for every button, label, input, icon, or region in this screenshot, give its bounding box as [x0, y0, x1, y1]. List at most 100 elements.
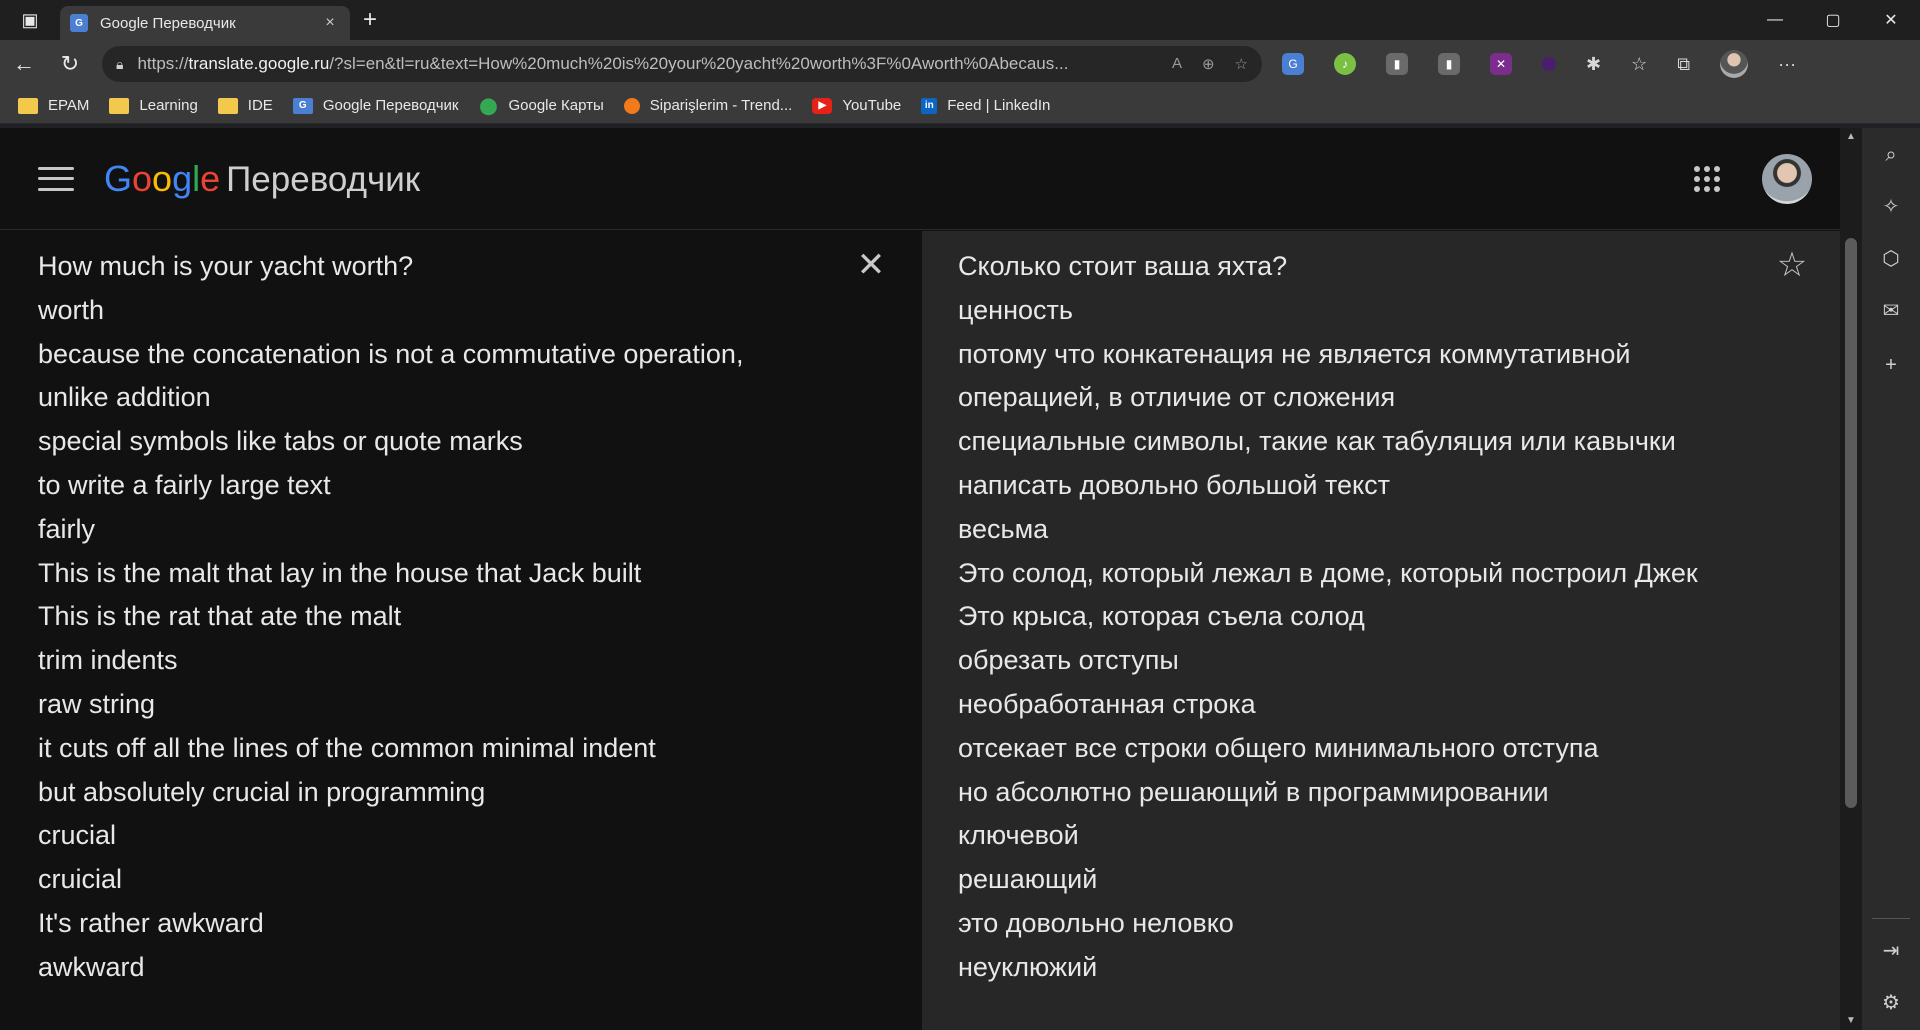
bookmark-epam[interactable]: EPAM	[18, 97, 89, 114]
source-line: trim indents	[38, 645, 178, 676]
translate-page: Google Переводчик How much is your yacht…	[0, 128, 1840, 1030]
translation-line: ценность	[958, 294, 1073, 325]
translation-line: обрезать отступы	[958, 645, 1179, 676]
page-scrollbar[interactable]: ▲ ▼	[1840, 128, 1862, 1030]
save-translation-star-icon[interactable]: ☆	[1774, 247, 1810, 283]
sidebar-add-icon[interactable]: +	[1862, 350, 1920, 380]
tab-actions-icon[interactable]: ▣	[0, 0, 60, 40]
source-line: This is the rat that ate the malt	[38, 601, 402, 632]
source-line: but absolutely crucial in programming	[38, 776, 486, 807]
folder-icon	[217, 97, 238, 114]
source-line: This is the malt that lay in the house t…	[38, 557, 642, 588]
zoom-icon[interactable]: ⊕	[1202, 55, 1215, 73]
sidebar-search-icon[interactable]: ⌕	[1862, 140, 1920, 170]
tab-title: Google Переводчик	[100, 14, 236, 32]
sidebar-hide-icon[interactable]: ⇥	[1862, 936, 1920, 966]
close-window-button[interactable]: ✕	[1862, 0, 1920, 40]
sidebar-outlook-icon[interactable]: ✉	[1862, 296, 1920, 326]
translation-line: отсекает все строки общего минимального …	[958, 732, 1599, 763]
source-line: special symbols like tabs or quote marks	[38, 426, 523, 457]
toolbar-right: ✱ ☆ ⧉ ···	[1586, 50, 1796, 78]
translation-line: неуклюжий	[958, 951, 1098, 982]
sidebar-games-icon[interactable]: ⬡	[1862, 244, 1920, 274]
source-line: to write a fairly large text	[38, 469, 331, 500]
bookmark-learning[interactable]: Learning	[109, 97, 198, 114]
source-line: crucial	[38, 820, 117, 851]
translation-line: но абсолютно решающий в программировании	[958, 776, 1549, 807]
purple-ext-icon[interactable]: ✕	[1490, 53, 1512, 75]
collections-icon[interactable]: ⧉	[1677, 54, 1690, 75]
tab-close-icon[interactable]: ×	[320, 14, 340, 32]
favorites-icon[interactable]: ☆	[1631, 54, 1647, 75]
bookmarks-bar: EPAM Learning IDE G Google Переводчик ⬤ …	[0, 88, 1920, 124]
linkedin-icon: in	[921, 97, 938, 114]
main-menu-icon[interactable]	[38, 166, 74, 191]
translate-ext-icon[interactable]: G	[1282, 53, 1304, 75]
source-text[interactable]: How much is your yacht worth? worth beca…	[38, 245, 743, 990]
back-button[interactable]: ←	[2, 44, 46, 84]
scroll-up-icon[interactable]: ▲	[1840, 128, 1862, 146]
bookmark-google-maps[interactable]: ⬤ Google Карты	[478, 97, 604, 115]
dark-purple-ext-icon[interactable]	[1542, 57, 1556, 71]
bookmark-trendyol[interactable]: Siparişlerim - Trend...	[623, 97, 792, 114]
window-controls: — ▢ ✕	[1746, 0, 1920, 40]
trendyol-icon	[623, 97, 640, 114]
bookmark-google-translate[interactable]: G Google Переводчик	[292, 97, 458, 114]
browser-window: ▣ G Google Переводчик × + — ▢ ✕ ← ↻ 🔒︎ h…	[0, 0, 1920, 1030]
page-header: Google Переводчик	[0, 128, 1840, 230]
source-line: unlike addition	[38, 382, 211, 413]
clear-source-icon[interactable]: ✕	[855, 248, 887, 282]
google-maps-icon: ⬤	[479, 97, 498, 115]
translation-line: Сколько стоит ваша яхта?	[958, 251, 1288, 281]
translation-line: операцией, в отличие от сложения	[958, 382, 1396, 413]
address-bar[interactable]: 🔒︎ https://translate.google.ru/?sl=en&tl…	[102, 46, 1262, 82]
edge-sidebar: ⌕ ✧ ⬡ ✉ + ⇥ ⚙	[1862, 128, 1920, 1030]
google-apps-icon[interactable]	[1694, 166, 1720, 192]
refresh-button[interactable]: ↻	[48, 44, 92, 84]
translation-line: специальные символы, такие как табуляция…	[958, 426, 1676, 457]
favorite-add-icon[interactable]: ☆	[1235, 55, 1248, 73]
translation-pane: Сколько стоит ваша яхта? ценность потому…	[922, 231, 1840, 1030]
read-aloud-icon[interactable]: A	[1172, 55, 1182, 73]
maximize-button[interactable]: ▢	[1804, 0, 1862, 40]
translation-line: Это крыса, которая съела солод	[958, 601, 1365, 632]
url-text[interactable]: https://translate.google.ru/?sl=en&tl=ru…	[137, 54, 1162, 74]
folder-icon	[109, 97, 130, 114]
source-line: awkward	[38, 951, 145, 982]
bookmark-youtube[interactable]: ▶ YouTube	[812, 97, 901, 114]
translation-line: потому что конкатенация не является комм…	[958, 338, 1631, 369]
sidebar-settings-icon[interactable]: ⚙	[1862, 988, 1920, 1018]
sidebar-divider	[1872, 918, 1910, 919]
extension-icons: G ♪ ▮ ▮ ✕	[1282, 53, 1556, 75]
extensions-icon[interactable]: ✱	[1586, 54, 1601, 75]
account-avatar[interactable]	[1762, 154, 1812, 204]
translation-line: написать довольно большой текст	[958, 469, 1390, 500]
more-icon[interactable]: ···	[1778, 54, 1796, 75]
profile-avatar[interactable]	[1720, 50, 1749, 78]
translation-line: Это солод, который лежал в доме, который…	[958, 557, 1698, 588]
minimize-button[interactable]: —	[1746, 0, 1804, 40]
navigation-bar: ← ↻ 🔒︎ https://translate.google.ru/?sl=e…	[0, 40, 1920, 88]
google-translate-logo[interactable]: Google Переводчик	[104, 158, 420, 200]
scrollbar-thumb[interactable]	[1845, 238, 1857, 808]
source-line: fairly	[38, 513, 96, 544]
bookmark-linkedin[interactable]: in Feed | LinkedIn	[921, 97, 1050, 114]
source-pane[interactable]: How much is your yacht worth? worth beca…	[0, 231, 920, 1030]
scroll-down-icon[interactable]: ▼	[1840, 1012, 1862, 1030]
translation-line: ключевой	[958, 820, 1079, 851]
bookmark-ide[interactable]: IDE	[217, 97, 273, 114]
translation-line: весьма	[958, 513, 1049, 544]
source-line: It's rather awkward	[38, 907, 264, 938]
youtube-icon: ▶	[812, 97, 833, 114]
chart-ext-2-icon[interactable]: ▮	[1438, 53, 1460, 75]
chart-ext-icon[interactable]: ▮	[1386, 53, 1408, 75]
product-name: Переводчик	[226, 159, 421, 199]
tab-google-translate[interactable]: G Google Переводчик ×	[60, 6, 350, 40]
lock-icon[interactable]: 🔒︎	[116, 56, 123, 73]
source-line: worth	[38, 294, 105, 325]
new-tab-button[interactable]: +	[350, 0, 390, 40]
source-line: raw string	[38, 688, 156, 719]
source-line: How much is your yacht worth?	[38, 251, 414, 281]
green-ext-icon[interactable]: ♪	[1334, 53, 1356, 75]
sidebar-copilot-icon[interactable]: ✧	[1862, 192, 1920, 222]
